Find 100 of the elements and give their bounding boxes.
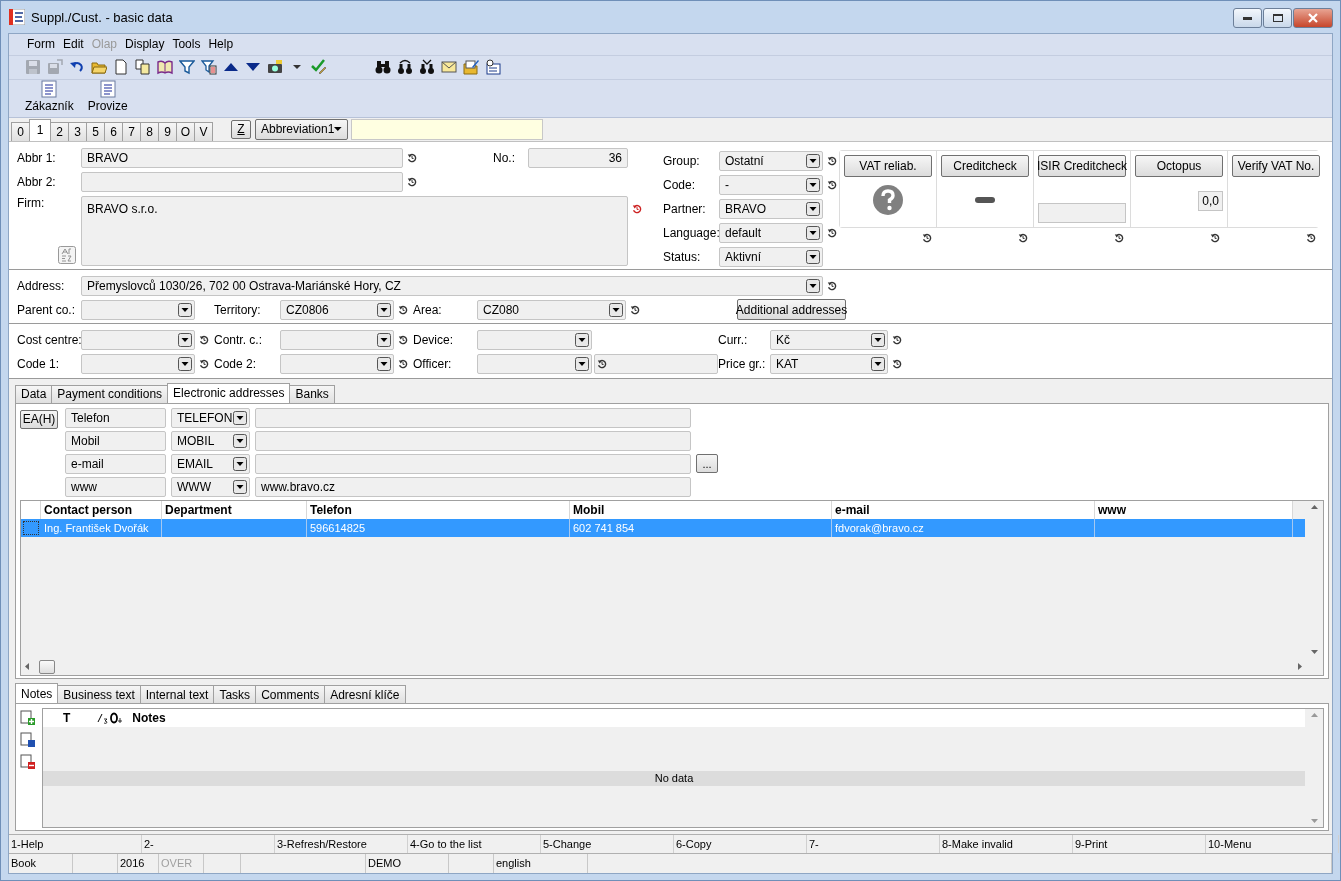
dropdown-button[interactable] <box>233 433 247 448</box>
tab[interactable]: Payment conditions <box>51 384 169 403</box>
history-icon[interactable] <box>632 203 642 214</box>
page-tab[interactable]: 1 <box>29 118 51 141</box>
dropdown-button[interactable] <box>871 356 885 371</box>
additional-addresses-button[interactable]: Additional addresses <box>737 299 846 321</box>
history-icon[interactable] <box>922 232 932 243</box>
check-button[interactable]: ISIR Creditcheck <box>1038 154 1126 177</box>
dropdown-field[interactable]: Kč <box>770 329 888 350</box>
edit-note-icon[interactable] <box>20 732 36 749</box>
folder-pencil-icon[interactable] <box>463 59 479 76</box>
book-icon[interactable] <box>157 59 173 76</box>
dropdown-field[interactable]: Ostatní <box>719 150 823 171</box>
page-tab[interactable]: 3 <box>68 121 87 141</box>
history-icon[interactable] <box>827 227 837 238</box>
history-icon[interactable] <box>597 358 607 369</box>
column-header[interactable]: Notes <box>132 711 166 726</box>
history-icon[interactable] <box>1114 232 1124 243</box>
address-name-field[interactable]: Telefon <box>65 407 166 428</box>
binoculars-icon[interactable] <box>419 59 435 76</box>
check-button[interactable]: VAT reliab. <box>844 154 932 177</box>
history-icon[interactable] <box>1018 232 1028 243</box>
column-header[interactable]: Department <box>162 500 307 519</box>
address-type-select[interactable]: WWW <box>171 476 250 497</box>
menu-item[interactable]: Form <box>23 37 59 52</box>
binoculars-icon[interactable] <box>397 59 413 76</box>
address-value-field[interactable] <box>255 453 691 474</box>
dropdown-button[interactable] <box>178 302 192 317</box>
dropdown-button[interactable] <box>806 249 820 264</box>
function-key[interactable]: 6-Copy <box>674 835 807 853</box>
text-field[interactable]: BRAVO <box>81 147 403 168</box>
column-header[interactable]: Contact person <box>41 500 162 519</box>
page-tab[interactable]: 7 <box>122 121 141 141</box>
history-icon[interactable] <box>398 358 408 369</box>
dropdown-field[interactable]: BRAVO <box>719 198 823 219</box>
address-value-field[interactable] <box>255 430 691 451</box>
tab[interactable]: Comments <box>255 685 326 704</box>
dropdown-button[interactable] <box>806 177 820 192</box>
function-key[interactable]: 1-Help <box>9 835 142 853</box>
dropdown-button[interactable] <box>871 332 885 347</box>
check-button[interactable]: Verify VAT No. <box>1232 154 1320 177</box>
history-icon[interactable] <box>892 358 902 369</box>
scroll-left-icon[interactable] <box>24 663 31 671</box>
dropdown-button[interactable] <box>575 332 589 347</box>
menu-item[interactable]: Tools <box>168 37 205 52</box>
page-tab[interactable]: 8 <box>140 121 159 141</box>
scroll-down-icon[interactable] <box>1311 648 1318 656</box>
dropdown-button[interactable] <box>806 153 820 168</box>
browse-button[interactable]: ... <box>696 454 718 474</box>
dropdown-button[interactable] <box>609 302 623 317</box>
number-field[interactable]: 36 <box>528 147 628 168</box>
dropdown-field[interactable] <box>477 353 592 374</box>
minimize-button[interactable] <box>1233 8 1262 28</box>
column-header[interactable]: Telefon <box>307 500 570 519</box>
dropdown-button[interactable] <box>233 479 247 494</box>
registry-lookup-icon[interactable] <box>58 245 76 264</box>
column-header[interactable]: T <box>63 711 71 726</box>
dropdown-button[interactable] <box>233 456 247 471</box>
address-value-field[interactable] <box>255 407 691 428</box>
function-key[interactable]: 3-Refresh/Restore <box>275 835 408 853</box>
toolbar-button[interactable]: Zákazník <box>23 79 76 113</box>
search-field[interactable] <box>351 118 543 140</box>
filter-icon[interactable] <box>201 59 217 76</box>
close-button[interactable] <box>1293 8 1333 28</box>
dropdown-button[interactable] <box>178 356 192 371</box>
dropdown-field[interactable] <box>477 329 592 350</box>
tab[interactable]: Adresní klíče <box>324 685 406 704</box>
address-field[interactable]: Přemyslovců 1030/26, 702 00 Ostrava-Mariánské Hory, CZ <box>81 275 823 296</box>
menu-item[interactable]: Display <box>121 37 169 52</box>
page-tab[interactable]: 5 <box>86 121 105 141</box>
function-key[interactable]: 8-Make invalid <box>940 835 1073 853</box>
dropdown-field[interactable]: CZ080 <box>477 299 626 320</box>
folder-icon[interactable] <box>91 59 107 76</box>
dropdown-button[interactable] <box>377 332 391 347</box>
menu-item[interactable]: Edit <box>59 37 88 52</box>
dropdown-button[interactable] <box>806 225 820 240</box>
dropdown-button[interactable] <box>377 302 391 317</box>
address-name-field[interactable]: e-mail <box>65 453 166 474</box>
tab[interactable]: Electronic addresses <box>167 382 291 403</box>
binoculars-icon[interactable] <box>375 59 391 76</box>
text-field[interactable] <box>81 171 403 192</box>
dropdown-field[interactable] <box>81 329 195 350</box>
page-tab[interactable]: O <box>176 121 195 141</box>
scroll-thumb[interactable] <box>39 659 55 674</box>
history-icon[interactable] <box>630 304 640 315</box>
tab[interactable]: Internal text <box>139 685 215 704</box>
tab[interactable]: Business text <box>57 685 141 704</box>
envelope-icon[interactable] <box>441 59 457 76</box>
scroll-up-icon[interactable] <box>1311 503 1318 511</box>
history-icon[interactable] <box>827 280 837 291</box>
address-type-select[interactable]: TELEFON <box>171 407 250 428</box>
menu-item[interactable]: Help <box>204 37 238 52</box>
history-icon[interactable] <box>407 152 417 163</box>
add-note-icon[interactable] <box>20 710 36 727</box>
check-button[interactable]: Octopus <box>1135 154 1223 177</box>
page-tab[interactable]: 9 <box>158 121 177 141</box>
dropdown-button[interactable] <box>806 278 820 293</box>
dropdown-field[interactable] <box>81 299 195 320</box>
check-pencil-icon[interactable] <box>311 59 327 76</box>
function-key[interactable]: 4-Go to the list <box>408 835 541 853</box>
